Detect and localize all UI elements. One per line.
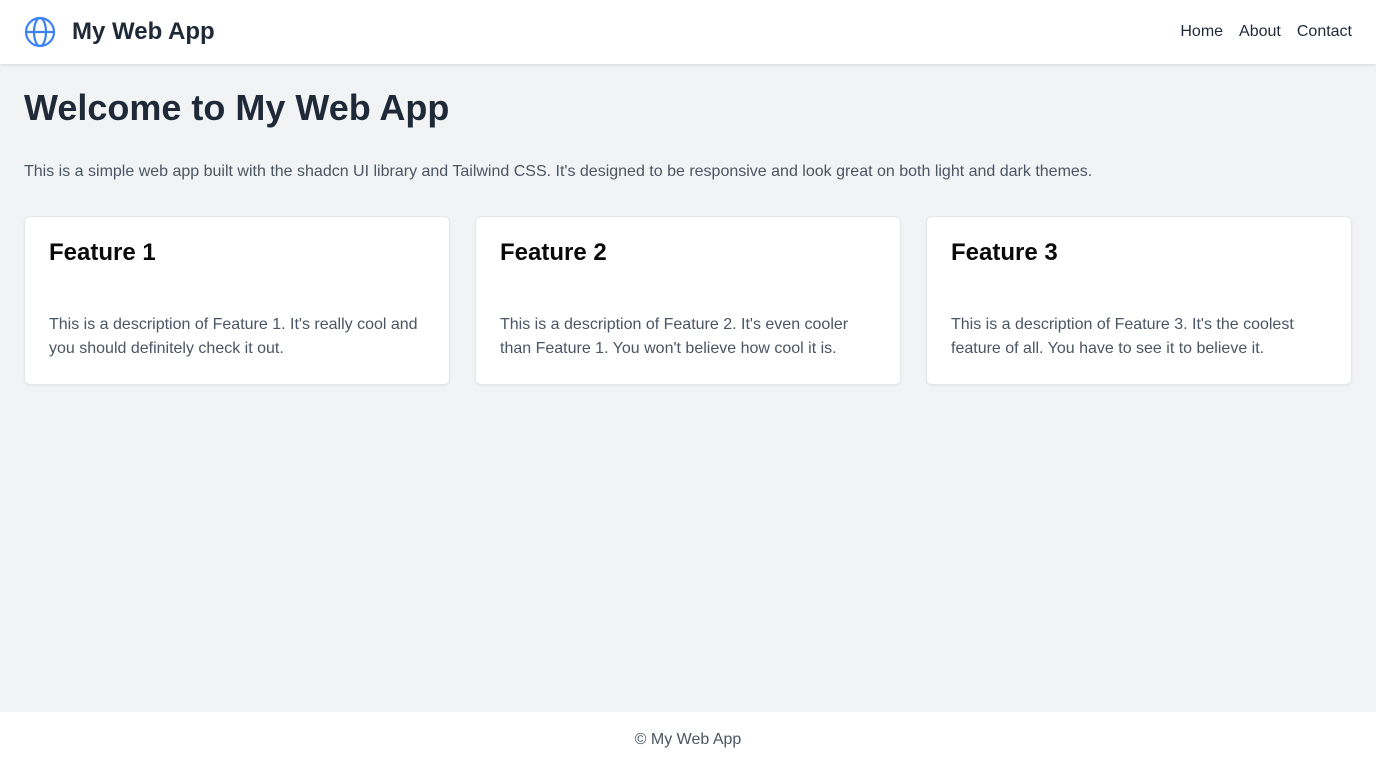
feature-card: Feature 1 This is a description of Featu… xyxy=(24,216,450,385)
feature-card-description: This is a description of Feature 1. It's… xyxy=(49,316,418,357)
intro-text: This is a simple web app built with the … xyxy=(24,163,1093,180)
nav-link-about[interactable]: About xyxy=(1239,23,1281,41)
main-nav: Home About Contact xyxy=(1180,23,1352,41)
copyright-text: © My Web App xyxy=(634,731,742,748)
feature-card: Feature 3 This is a description of Featu… xyxy=(926,216,1352,385)
site-header: My Web App Home About Contact xyxy=(0,0,1376,64)
brand[interactable]: My Web App xyxy=(24,16,215,48)
globe-icon xyxy=(24,16,56,48)
nav-link-contact[interactable]: Contact xyxy=(1297,23,1352,41)
feature-card-title: Feature 1 xyxy=(49,239,156,266)
site-footer: © My Web App xyxy=(0,712,1376,768)
page-title: Welcome to My Web App xyxy=(24,87,450,128)
feature-card: Feature 2 This is a description of Featu… xyxy=(475,216,901,385)
nav-link-home[interactable]: Home xyxy=(1180,23,1223,41)
feature-card-description: This is a description of Feature 2. It's… xyxy=(500,316,849,357)
main-content: Welcome to My Web App This is a simple w… xyxy=(24,64,1352,385)
feature-cards: Feature 1 This is a description of Featu… xyxy=(24,216,1352,385)
feature-card-title: Feature 3 xyxy=(951,239,1058,266)
app-title: My Web App xyxy=(72,18,215,45)
feature-card-title: Feature 2 xyxy=(500,239,607,266)
feature-card-description: This is a description of Feature 3. It's… xyxy=(951,316,1294,357)
